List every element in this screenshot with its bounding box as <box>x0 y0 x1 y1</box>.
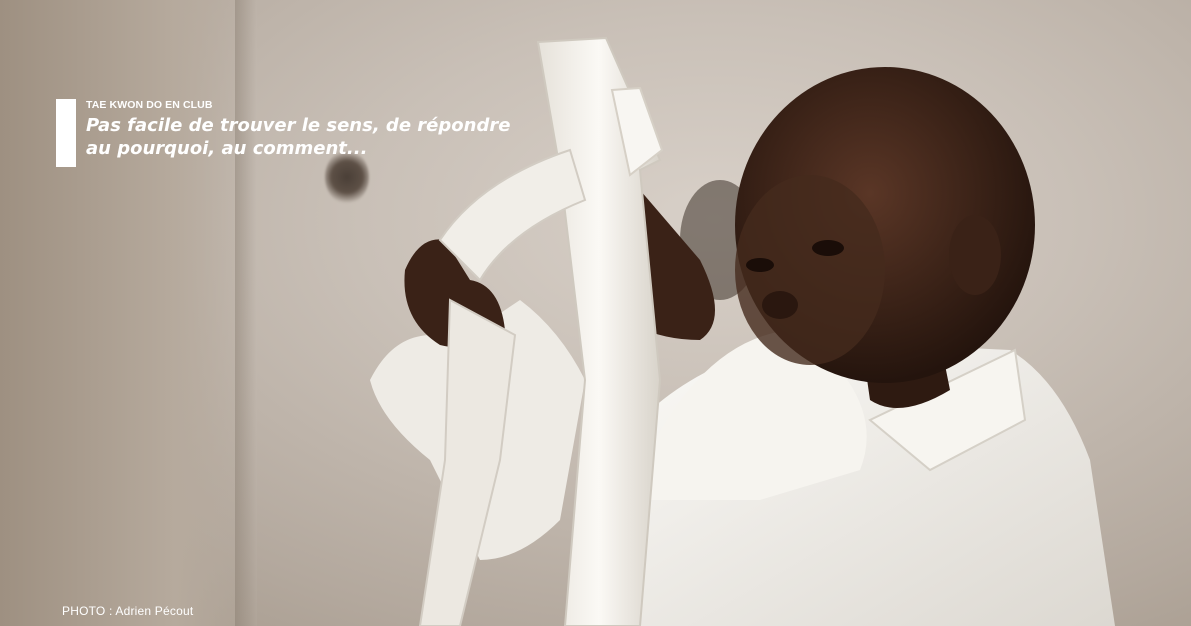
nose <box>762 291 798 319</box>
caption-block: TAE KWON DO EN CLUB Pas facile de trouve… <box>56 99 536 167</box>
caption-headline: Pas facile de trouver le sens, de répond… <box>86 115 511 159</box>
belt-loop <box>438 148 587 282</box>
eye-right <box>812 240 844 256</box>
photo-credit: PHOTO : Adrien Pécout <box>62 604 194 618</box>
eye-left <box>746 258 774 272</box>
child-with-belt-illustration <box>370 36 1115 626</box>
caption-accent-bar <box>56 99 76 167</box>
caption-kicker: TAE KWON DO EN CLUB <box>86 99 213 111</box>
photo-scene: TAE KWON DO EN CLUB Pas facile de trouve… <box>0 0 1191 626</box>
caption-text: TAE KWON DO EN CLUB Pas facile de trouve… <box>86 99 536 167</box>
ear <box>949 215 1001 295</box>
